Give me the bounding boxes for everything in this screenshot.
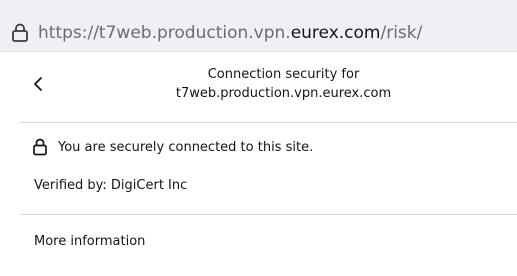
url-prefix: https://t7web.production.vpn.	[38, 23, 291, 43]
secure-connection-text: You are securely connected to this site.	[58, 139, 314, 155]
url-text[interactable]: https://t7web.production.vpn.eurex.com/r…	[38, 20, 422, 46]
site-identity-button[interactable]	[6, 19, 34, 47]
lock-icon	[12, 23, 28, 42]
connection-security-panel: Connection security for t7web.production…	[10, 52, 517, 276]
panel-title: Connection security for t7web.production…	[70, 65, 497, 103]
divider	[20, 214, 517, 215]
url-suffix: /risk/	[380, 23, 423, 43]
divider	[20, 122, 517, 123]
panel-title-line1: Connection security for	[207, 67, 360, 82]
more-information-button[interactable]: More information	[34, 232, 145, 252]
secure-connection-row: You are securely connected to this site.	[32, 136, 313, 158]
url-bar[interactable]: https://t7web.production.vpn.eurex.com/r…	[0, 0, 517, 52]
lock-icon	[33, 138, 47, 156]
url-domain: eurex.com	[290, 23, 381, 43]
back-button[interactable]	[26, 72, 50, 96]
panel-title-host: t7web.production.vpn.eurex.com	[175, 86, 392, 101]
panel-header: Connection security for t7web.production…	[10, 52, 517, 116]
verified-by-text: Verified by: DigiCert Inc	[34, 178, 188, 193]
chevron-left-icon	[34, 77, 42, 91]
